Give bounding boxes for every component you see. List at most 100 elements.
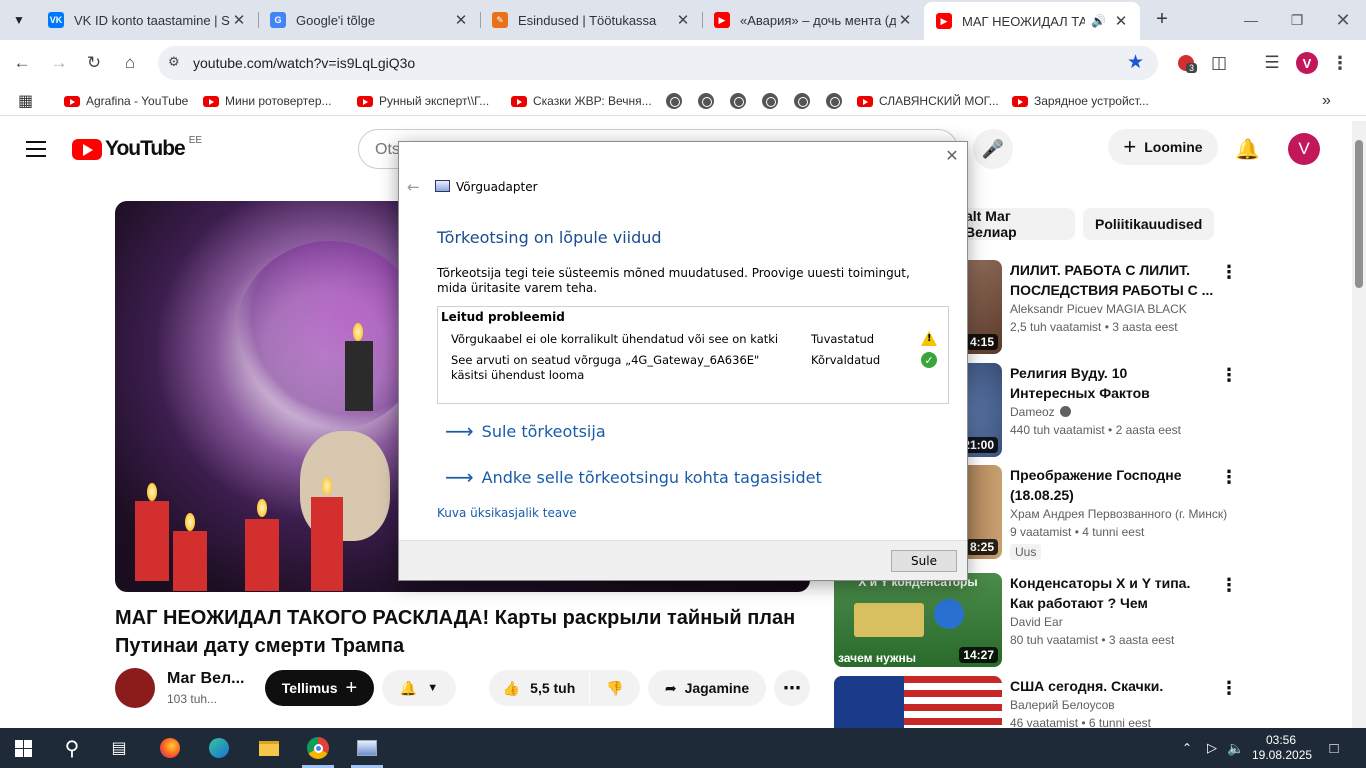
file-explorer-icon[interactable] [257, 736, 281, 760]
tab-close-icon[interactable]: ✕ [452, 11, 470, 29]
view-details-link[interactable]: Kuva üksikasjalik teave [437, 506, 577, 520]
youtube-play-icon [72, 138, 102, 160]
apps-grid-icon[interactable]: ▦ [18, 92, 33, 110]
globe-icon[interactable] [698, 93, 714, 109]
bookmark-item[interactable]: Мини ротовертер... [203, 92, 332, 110]
tab-close-icon[interactable]: ✕ [674, 11, 692, 29]
more-options-icon[interactable]: ⋮ [1220, 678, 1234, 699]
dialog-app-title: Võrguadapter [456, 180, 538, 194]
video-title: МАГ НЕОЖИДАЛ ТАКОГО РАСКЛАДА! Карты раск… [115, 607, 796, 657]
firefox-icon[interactable] [158, 736, 182, 760]
bookmark-item[interactable]: Сказки ЖВР: Вечня... [511, 92, 652, 110]
notification-center-icon[interactable]: □ [1322, 736, 1346, 760]
search-icon[interactable]: ⚲ [60, 736, 84, 760]
bell-icon: 🔔 [399, 679, 418, 696]
channel-name[interactable]: Маг Вел... [167, 670, 244, 688]
tab-title: Esindused | Töötukassa [518, 12, 657, 28]
more-options-icon[interactable]: ⋮ [1220, 467, 1238, 488]
reload-icon[interactable]: ↻ [80, 49, 108, 77]
back-arrow-icon[interactable]: ← [8, 49, 36, 77]
network-troubleshooter-taskbar-icon[interactable] [355, 736, 379, 760]
globe-icon[interactable] [666, 93, 682, 109]
globe-icon[interactable] [826, 93, 842, 109]
voice-search-mic-icon[interactable]: 🎤 [973, 129, 1013, 169]
tab-title: МАГ НЕОЖИДАЛ ТАКО [962, 13, 1086, 29]
dialog-back-arrow-icon[interactable]: ← [407, 178, 420, 196]
browser-tab-strip: ▼ VK VK ID konto taastamine | Saì ✕ G Go… [0, 0, 1366, 40]
new-tab-plus-icon[interactable]: + [1150, 8, 1174, 32]
minimize-icon[interactable]: — [1228, 0, 1274, 40]
recommendation-thumbnail[interactable]: X и Y конденсаторы зачем нужны 14:27 [834, 573, 1002, 667]
address-bar[interactable]: ⚙ youtube.com/watch?v=is9LqLgiQ3o ★ [158, 46, 1158, 80]
bookmark-star-icon[interactable]: ★ [1127, 51, 1144, 74]
maximize-icon[interactable]: ❐ [1274, 0, 1320, 40]
tab-search-dropdown-icon[interactable]: ▼ [6, 8, 32, 32]
tray-chevron-up-icon[interactable]: ⌃ [1175, 736, 1199, 760]
more-options-icon[interactable]: ⋮ [1220, 365, 1238, 386]
tab-close-icon[interactable]: ✕ [1112, 12, 1130, 30]
filter-chip[interactable]: alt Маг Велиар [955, 208, 1075, 240]
tab-title: VK ID konto taastamine | Saì [74, 12, 230, 28]
browser-tab-3[interactable]: ✎ Esindused | Töötukassa ✕ [480, 0, 702, 40]
home-icon[interactable]: ⌂ [116, 49, 144, 77]
globe-icon[interactable] [762, 93, 778, 109]
forward-arrow-icon[interactable]: → [45, 49, 73, 77]
chrome-menu-icon[interactable]: ⋮ [1326, 49, 1354, 77]
globe-icon[interactable] [794, 93, 810, 109]
taskbar-clock[interactable]: 03:56 19.08.2025 [1252, 733, 1312, 763]
volume-icon[interactable]: 🔈 [1224, 736, 1248, 760]
bookmark-item[interactable]: Agrafina - YouTube [64, 92, 188, 110]
browser-tab-1[interactable]: VK VK ID konto taastamine | Saì ✕ [36, 0, 258, 40]
window-close-icon[interactable]: ✕ [1320, 0, 1366, 40]
subscribe-button[interactable]: Tellimus + [265, 670, 374, 706]
task-view-icon[interactable]: ▤ [107, 736, 131, 760]
youtube-logo[interactable]: YouTube EE [72, 135, 202, 161]
tab-close-icon[interactable]: ✕ [230, 11, 248, 29]
chrome-icon[interactable] [306, 736, 330, 760]
browser-tab-4[interactable]: ▶ «Авария» – дочь мента (др ✕ [702, 0, 924, 40]
give-feedback-link[interactable]: ⟶ Andke selle tõrkeotsingu kohta tagasisi… [445, 465, 822, 489]
guide-menu-icon[interactable] [26, 141, 46, 157]
notification-preferences-button[interactable]: 🔔 ▼ [382, 670, 456, 706]
channel-avatar[interactable] [115, 668, 155, 708]
more-options-icon[interactable]: ⋮ [1220, 262, 1238, 283]
extension-badge-icon[interactable]: 3 [1172, 49, 1200, 77]
speaker-icon[interactable]: 🔊 [1091, 14, 1106, 28]
extension-badge-count: 3 [1186, 63, 1198, 73]
dialog-close-button[interactable]: Sule [891, 550, 957, 572]
more-actions-icon[interactable]: ⋯ [774, 670, 810, 706]
close-troubleshooter-link[interactable]: ⟶ Sule tõrkeotsija [445, 419, 606, 443]
globe-icon[interactable] [730, 93, 746, 109]
network-status-icon[interactable]: ▷ [1200, 736, 1224, 760]
bookmark-item[interactable]: Рунный эксперт\\Г... [357, 92, 489, 110]
dialog-close-icon[interactable]: ✕ [943, 146, 961, 165]
like-button[interactable]: 👍 5,5 tuh [489, 670, 589, 706]
chrome-profile-avatar[interactable]: V [1296, 52, 1318, 74]
recommendation-item[interactable]: X и Y конденсаторы зачем нужны 14:27 Кон… [834, 573, 1238, 669]
filter-chip[interactable]: Poliitikauudised [1083, 208, 1215, 240]
youtube-account-avatar[interactable]: V [1288, 133, 1320, 165]
bookmark-item[interactable]: СЛАВЯНСКИЙ МОГ... [857, 92, 999, 110]
share-button[interactable]: ➦ Jagamine [648, 670, 766, 706]
site-info-icon[interactable]: ⚙ [168, 54, 180, 70]
media-control-icon[interactable]: ☰ [1258, 49, 1286, 77]
dislike-button[interactable]: 👎 [590, 670, 640, 706]
extensions-puzzle-icon[interactable]: ◫ [1205, 49, 1233, 77]
plus-icon: + [1123, 134, 1137, 159]
bookmarks-bar: ▦ Agrafina - YouTube Мини ротовертер... … [0, 86, 1366, 116]
bookmark-item[interactable]: Зарядное устройст... [1012, 92, 1149, 110]
browser-tab-5-active[interactable]: ▶ МАГ НЕОЖИДАЛ ТАКО 🔊 ✕ [924, 2, 1140, 40]
recommendation-thumbnail[interactable] [834, 676, 1002, 728]
dialog-heading: Tõrkeotsing on lõpule viidud [437, 228, 662, 247]
more-options-icon[interactable]: ⋮ [1220, 575, 1238, 596]
browser-tab-2[interactable]: G Google'i tõlge ✕ [258, 0, 480, 40]
scrollbar-thumb[interactable] [1355, 140, 1363, 288]
tab-close-icon[interactable]: ✕ [896, 11, 914, 29]
notifications-bell-icon[interactable]: 🔔 [1235, 137, 1260, 162]
youtube-icon [203, 95, 219, 107]
edge-icon[interactable] [207, 736, 231, 760]
recommendation-item[interactable]: США сегодня. Скачки. Валерий Белоусов 46… [834, 676, 1234, 728]
windows-start-icon[interactable] [15, 740, 32, 757]
more-bookmarks-chevron-icon[interactable]: » [1322, 92, 1331, 110]
create-button[interactable]: + Loomine [1108, 129, 1218, 165]
